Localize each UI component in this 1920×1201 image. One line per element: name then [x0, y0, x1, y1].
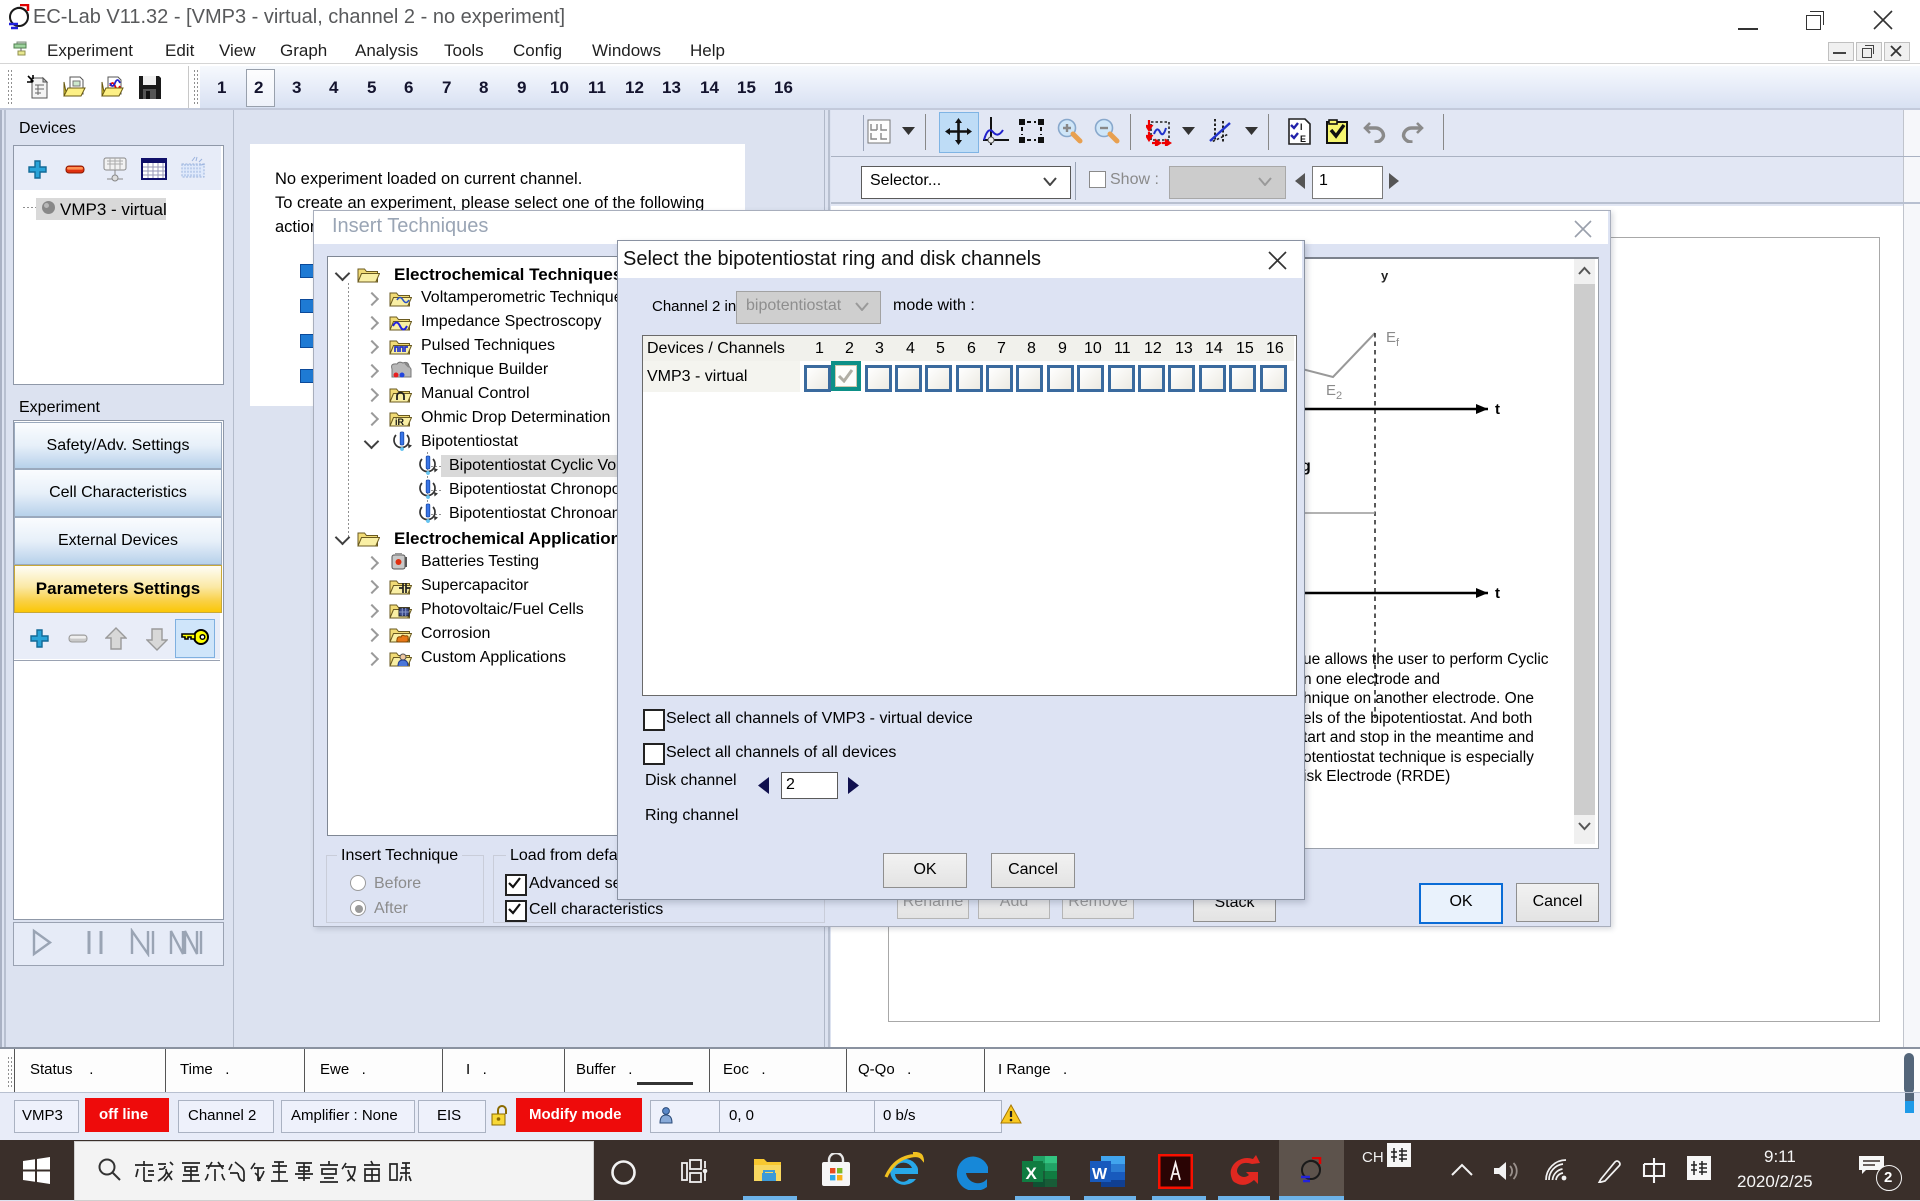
svg-text:I: I	[1300, 122, 1303, 132]
svg-text:W: W	[1092, 1166, 1108, 1183]
svg-text:E: E	[1300, 134, 1306, 144]
svg-text:X: X	[1026, 1164, 1038, 1183]
svg-text:iR: iR	[395, 417, 405, 427]
